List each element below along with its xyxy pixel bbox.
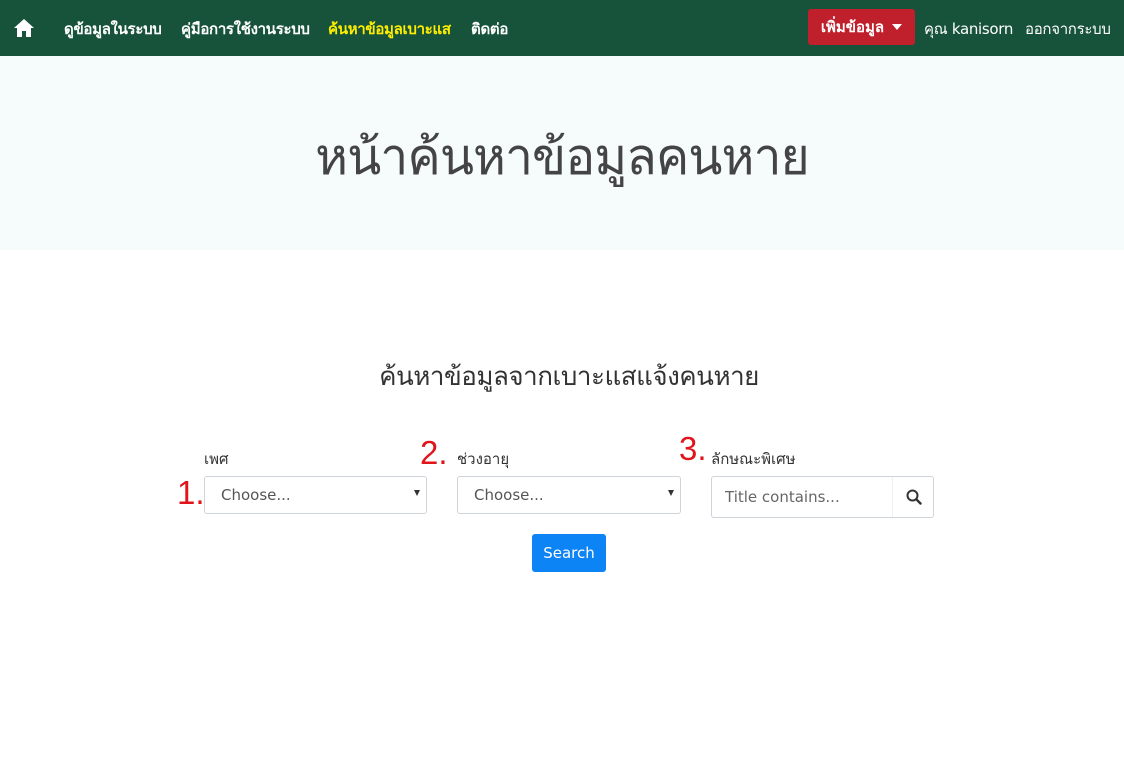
caret-down-icon	[892, 24, 903, 30]
nav-link-view-data[interactable]: ดูข้อมูลในระบบ	[64, 17, 162, 41]
gender-select-value: Choose...	[221, 486, 291, 504]
special-features-search-group	[711, 476, 934, 518]
divider	[892, 477, 893, 517]
logout-link[interactable]: ออกจากระบบ	[1025, 17, 1111, 41]
top-navbar: ดูข้อมูลในระบบ คู่มือการใช้งานระบบ ค้นหา…	[0, 0, 1124, 56]
nav-link-contact[interactable]: ติดต่อ	[471, 17, 508, 41]
user-name-link[interactable]: คุณ kanisorn	[924, 17, 1013, 41]
age-range-select-value: Choose...	[474, 486, 544, 504]
dropdown-arrow-icon	[668, 490, 674, 496]
annotation-marker-2: 2.	[420, 434, 448, 471]
search-button-label: Search	[543, 544, 595, 562]
special-features-input[interactable]	[712, 477, 892, 517]
add-data-dropdown-button[interactable]: เพิ่มข้อมูล	[808, 9, 915, 45]
annotation-marker-1: 1.	[177, 474, 205, 511]
gender-select[interactable]: Choose...	[204, 476, 427, 514]
dropdown-arrow-icon	[414, 490, 420, 496]
nav-link-search-clues[interactable]: ค้นหาข้อมูลเบาะแส	[328, 17, 451, 41]
home-icon[interactable]	[13, 18, 35, 38]
search-section-title: ค้นหาข้อมูลจากเบาะแสแจ้งคนหาย	[379, 362, 759, 392]
page-title: หน้าค้นหาข้อมูลคนหาย	[315, 128, 810, 186]
search-button[interactable]: Search	[532, 534, 606, 572]
add-data-label: เพิ่มข้อมูล	[820, 18, 885, 36]
hero-banner: หน้าค้นหาข้อมูลคนหาย	[0, 56, 1124, 250]
search-icon[interactable]	[906, 489, 922, 505]
annotation-marker-3: 3.	[679, 430, 707, 467]
nav-link-user-manual[interactable]: คู่มือการใช้งานระบบ	[181, 17, 310, 41]
special-features-label: ลักษณะพิเศษ	[711, 450, 796, 468]
age-range-select[interactable]: Choose...	[457, 476, 681, 514]
age-range-label: ช่วงอายุ	[457, 450, 510, 468]
gender-label: เพศ	[204, 450, 229, 468]
